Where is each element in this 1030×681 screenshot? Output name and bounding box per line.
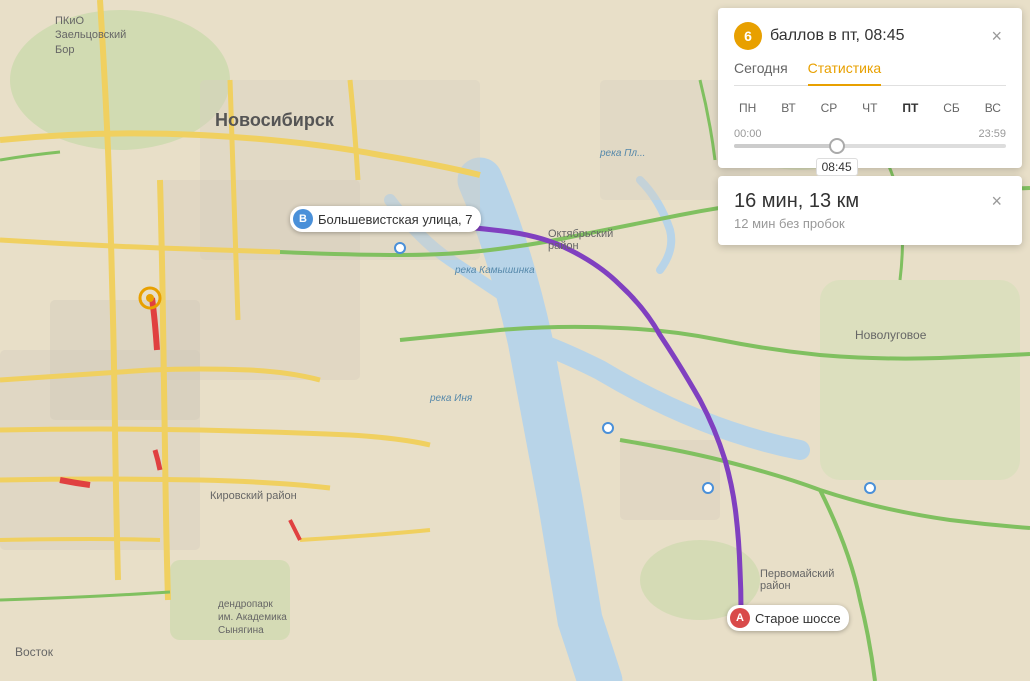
slider-time-label: 08:45 xyxy=(816,158,858,176)
time-slider-container: 00:00 23:59 08:45 xyxy=(734,128,1006,148)
traffic-panel: 6 баллов в пт, 08:45 × Сегодня Статистик… xyxy=(718,8,1022,168)
district-label-pervomaisky: Первомайскийрайон xyxy=(760,568,834,592)
route-header: 16 мин, 13 км 12 мин без пробок × xyxy=(734,190,1006,231)
pin-a-badge: А xyxy=(730,608,750,628)
slider-fill xyxy=(734,144,832,148)
time-start: 00:00 xyxy=(734,128,762,140)
day-sun[interactable]: ВС xyxy=(980,98,1006,118)
slider-track[interactable]: 08:45 xyxy=(734,144,1006,148)
traffic-header: 6 баллов в пт, 08:45 × xyxy=(734,22,1006,50)
day-thu[interactable]: ЧТ xyxy=(857,98,882,118)
district-label-oktyabrsky: Октябрьскийрайон xyxy=(548,228,613,252)
traffic-title: баллов в пт, 08:45 xyxy=(770,27,904,45)
district-label-pkio: ПКиОЗаельцовскийБор xyxy=(55,14,126,57)
route-panel: 16 мин, 13 км 12 мин без пробок × xyxy=(718,176,1022,245)
pin-b-label: Большевистская улица, 7 xyxy=(318,212,473,227)
traffic-title-row: 6 баллов в пт, 08:45 xyxy=(734,22,904,50)
city-label: Новосибирск xyxy=(215,110,334,131)
time-range-row: 00:00 23:59 xyxy=(734,128,1006,140)
route-close-button[interactable]: × xyxy=(987,190,1006,212)
pin-a-label: Старое шоссе xyxy=(755,611,841,626)
district-label-dendropark: дендропарким. АкадемикаСынягина xyxy=(218,598,287,637)
route-no-traffic: 12 мин без пробок xyxy=(734,216,859,231)
river-label-plyu: река Пл... xyxy=(600,148,645,159)
district-label-novolugovoe: Новолуговое xyxy=(855,328,926,342)
map-container: Новосибирск ПКиОЗаельцовскийБор Октябрьс… xyxy=(0,0,1030,681)
route-duration: 16 мин, 13 км xyxy=(734,190,859,213)
time-end: 23:59 xyxy=(978,128,1006,140)
day-tue[interactable]: ВТ xyxy=(776,98,801,118)
tab-statistics[interactable]: Статистика xyxy=(808,60,882,86)
tabs-row: Сегодня Статистика xyxy=(734,60,1006,86)
day-sat[interactable]: СБ xyxy=(938,98,965,118)
pin-b[interactable]: В Большевистская улица, 7 xyxy=(290,206,481,232)
route-info: 16 мин, 13 км 12 мин без пробок xyxy=(734,190,859,231)
river-label-kamyshinka: река Камышинка xyxy=(455,265,535,276)
district-label-kirovsky: Кировский район xyxy=(210,490,297,502)
district-label-vostok: Восток xyxy=(15,645,53,659)
day-wed[interactable]: СР xyxy=(816,98,843,118)
slider-thumb[interactable] xyxy=(829,138,845,154)
traffic-score-badge: 6 xyxy=(734,22,762,50)
river-label-inya: река Иня xyxy=(430,393,472,404)
pin-a[interactable]: А Старое шоссе xyxy=(727,605,849,631)
ui-overlay: 6 баллов в пт, 08:45 × Сегодня Статистик… xyxy=(710,0,1030,245)
traffic-close-button[interactable]: × xyxy=(987,25,1006,47)
day-fri[interactable]: ПТ xyxy=(897,98,923,118)
day-mon[interactable]: ПН xyxy=(734,98,761,118)
pin-b-badge: В xyxy=(293,209,313,229)
tab-today[interactable]: Сегодня xyxy=(734,60,788,86)
days-row: ПН ВТ СР ЧТ ПТ СБ ВС xyxy=(734,98,1006,118)
